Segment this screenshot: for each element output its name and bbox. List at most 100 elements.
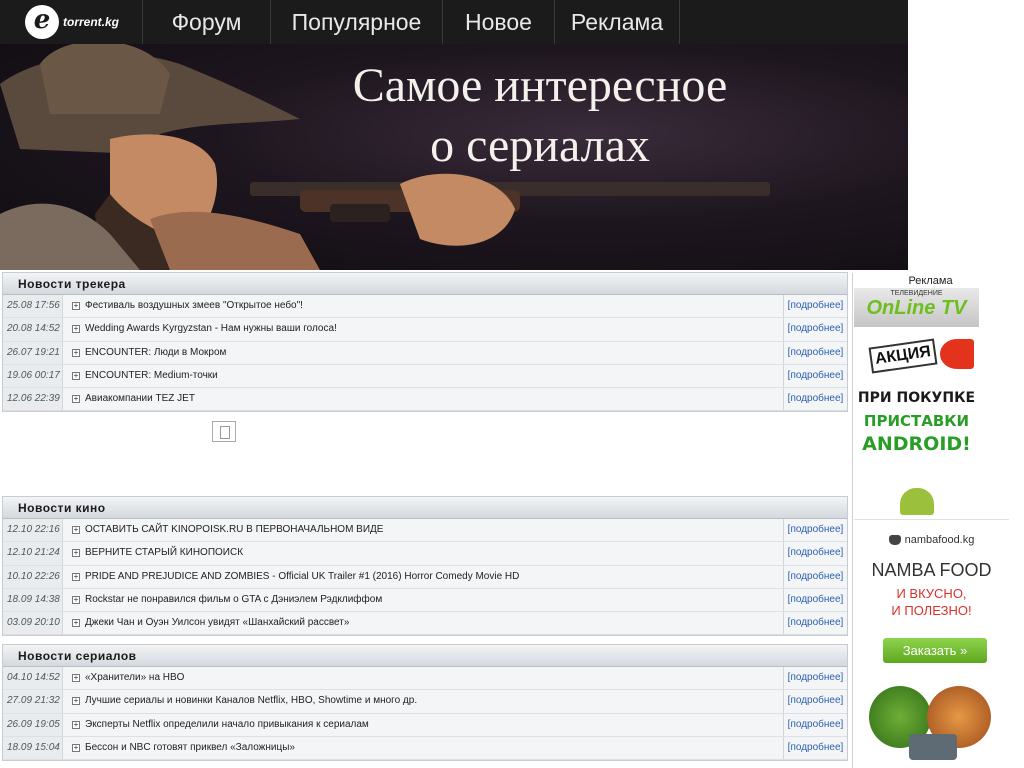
expand-icon[interactable]: + [72,720,80,729]
namba-food-tagline: И ВКУСНО, И ПОЛЕЗНО! [891,586,972,618]
tv-label: ТЕЛЕВИДЕНИЕ [890,290,943,297]
android-robot-icon [900,488,934,515]
promo-badge-area: АКЦИЯ [854,327,979,387]
more-link[interactable]: [подробнее] [783,519,847,542]
more-link[interactable]: [подробнее] [783,341,847,364]
news-title-link[interactable]: ОСТАВИТЬ САЙТ KINOPOISK.RU В ПЕРВОНАЧАЛЬ… [85,519,383,541]
more-link[interactable]: [подробнее] [783,612,847,635]
chef-hat-icon [888,535,901,546]
movie-news-section: Новости кино 12.10 22:16 + ОСТАВИТЬ САЙТ… [2,496,848,637]
news-date: 18.09 14:38 [3,588,63,612]
expand-icon[interactable]: + [72,743,80,752]
news-row: 26.09 19:05 + Эксперты Netflix определил… [3,713,847,737]
news-title-link[interactable]: Эксперты Netflix определили начало привы… [85,714,369,736]
top-nav-bar: e torrent.kg Форум Популярное Новое Рекл… [0,0,908,44]
news-title-link[interactable]: «Хранители» на HBO [85,667,184,689]
news-title-link[interactable]: Джеки Чан и Оуэн Уилсон увидят «Шанхайск… [85,612,349,634]
news-date: 03.09 20:10 [3,612,63,635]
expand-icon[interactable]: + [72,348,80,357]
expand-icon[interactable]: + [72,325,80,334]
news-date: 04.10 14:52 [3,667,63,690]
expand-icon[interactable]: + [72,549,80,558]
online-tv-ad[interactable]: ТЕЛЕВИДЕНИЕ OnLine TV АКЦИЯ ПРИ ПОКУПКЕ … [854,288,979,515]
news-row: 12.06 22:39 + Авиакомпании TEZ JET [подр… [3,388,847,412]
more-link[interactable]: [подробнее] [783,388,847,411]
news-row: 12.10 21:24 + ВЕРНИТЕ СТАРЫЙ КИНОПОИСК [… [3,542,847,566]
news-row: 27.09 21:32 + Лучшие сериалы и новинки К… [3,690,847,714]
more-link[interactable]: [подробнее] [783,318,847,341]
more-link[interactable]: [подробнее] [783,542,847,565]
more-link[interactable]: [подробнее] [783,588,847,612]
expand-icon[interactable]: + [72,697,80,706]
news-title-link[interactable]: Авиакомпании TEZ JET [85,388,195,410]
more-link[interactable]: [подробнее] [783,295,847,318]
tracker-news-section: Новости трекера 25.08 17:56 + Фестиваль … [2,272,848,413]
news-date: 12.10 22:16 [3,519,63,542]
news-date: 12.10 21:24 [3,542,63,565]
nav-popular[interactable]: Популярное [271,0,443,44]
news-title-link[interactable]: ВЕРНИТЕ СТАРЫЙ КИНОПОИСК [85,542,243,564]
expand-icon[interactable]: + [72,572,80,581]
more-link[interactable]: [подробнее] [783,690,847,713]
logo-e-icon: e [25,5,59,39]
nav-new[interactable]: Новое [443,0,555,44]
news-title-link[interactable]: Бессон и NBC готовят приквел «Заложницы» [85,737,295,759]
promo-badge: АКЦИЯ [868,338,938,374]
news-row: 10.10 22:26 + PRIDE AND PREJUDICE AND ZO… [3,565,847,589]
megaphone-icon [940,339,974,369]
site-logo[interactable]: e torrent.kg [0,0,143,44]
section-title: Новости кино [3,497,847,519]
news-date: 18.09 15:04 [3,736,63,760]
expand-icon[interactable]: + [72,371,80,380]
online-tv-header: ТЕЛЕВИДЕНИЕ OnLine TV [854,288,979,327]
page: e torrent.kg Форум Популярное Новое Рекл… [0,0,1024,768]
nav-ads[interactable]: Реклама [555,0,680,44]
more-link[interactable]: [подробнее] [783,364,847,388]
news-title-link[interactable]: Wedding Awards Kyrgyzstan - Нам нужны ва… [85,318,337,340]
expand-icon[interactable]: + [72,595,80,604]
expand-icon[interactable]: + [72,619,80,628]
news-row: 03.09 20:10 + Джеки Чан и Оуэн Уилсон ув… [3,612,847,636]
ad-label: Реклама [908,275,953,287]
nav-forum[interactable]: Форум [143,0,271,44]
news-date: 12.06 22:39 [3,388,63,411]
broken-image-icon[interactable] [212,421,236,442]
news-row: 12.10 22:16 + ОСТАВИТЬ САЙТ KINOPOISK.RU… [3,519,847,543]
news-title-link[interactable]: Лучшие сериалы и новинки Каналов Netflix… [85,690,417,712]
expand-icon[interactable]: + [72,395,80,404]
fork-icon [909,734,957,760]
series-news-section: Новости сериалов 04.10 14:52 + «Хранител… [2,644,848,762]
news-date: 27.09 21:32 [3,690,63,713]
news-row: 26.07 19:21 + ENCOUNTER: Люди в Мокром [… [3,341,847,365]
news-row: 19.06 00:17 + ENCOUNTER: Medium-точки [п… [3,364,847,389]
expand-icon[interactable]: + [72,674,80,682]
header-banner[interactable]: Самое интересное о сериалах [0,44,908,270]
news-row: 25.08 17:56 + Фестиваль воздушных змеев … [3,295,847,319]
section-title: Новости сериалов [3,645,847,667]
logo-text: torrent.kg [63,15,120,29]
news-date: 26.07 19:21 [3,341,63,364]
more-link[interactable]: [подробнее] [783,736,847,760]
order-button[interactable]: Заказать » [883,638,987,663]
news-title-link[interactable]: PRIDE AND PREJUDICE AND ZOMBIES - Offici… [85,566,519,588]
banner-headline: Самое интересное о сериалах [352,59,728,172]
news-date: 26.09 19:05 [3,713,63,736]
online-tv-logo: OnLine TV [866,297,967,319]
news-row: 18.09 14:38 + Rockstar не понравился фил… [3,588,847,613]
expand-icon[interactable]: + [72,526,80,534]
nambafood-site: nambafood.kg [854,534,1009,546]
expand-icon[interactable]: + [72,302,80,310]
news-title-link[interactable]: ENCOUNTER: Medium-точки [85,365,218,387]
namba-food-title: NAMBA FOOD [871,560,992,580]
news-title-link[interactable]: Фестиваль воздушных змеев "Открытое небо… [85,295,303,317]
news-date: 10.10 22:26 [3,565,63,588]
news-date: 19.06 00:17 [3,364,63,388]
news-title-link[interactable]: ENCOUNTER: Люди в Мокром [85,342,226,364]
news-row: 18.09 15:04 + Бессон и NBC готовят прикв… [3,736,847,761]
more-link[interactable]: [подробнее] [783,713,847,736]
news-title-link[interactable]: Rockstar не понравился фильм о GTA с Дэн… [85,589,382,611]
more-link[interactable]: [подробнее] [783,667,847,690]
namba-food-ad[interactable]: nambafood.kg NAMBA FOOD И ВКУСНО, И ПОЛЕ… [854,519,1009,768]
more-link[interactable]: [подробнее] [783,565,847,588]
news-date: 25.08 17:56 [3,295,63,318]
